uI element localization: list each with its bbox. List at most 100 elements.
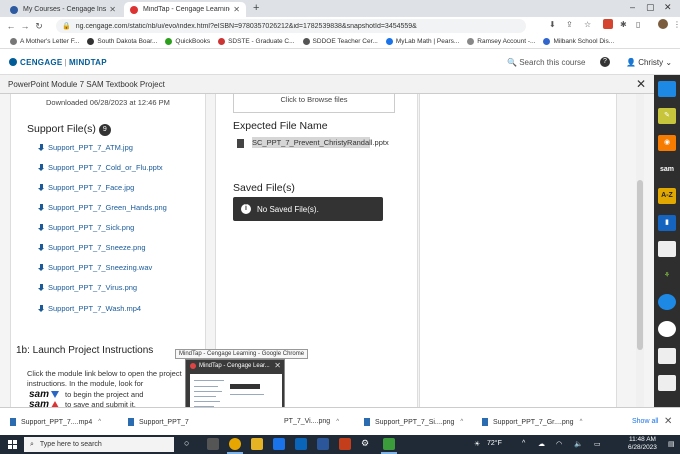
- taskbar-search[interactable]: ⌕ Type here to search: [24, 437, 174, 452]
- course-search[interactable]: 🔍 Search this course: [507, 58, 585, 67]
- support-file-link[interactable]: Support_PPT_7_Face.jpg: [38, 183, 134, 192]
- dock-sam-icon[interactable]: sam: [658, 162, 676, 178]
- support-file-link[interactable]: Support_PPT_7_Sick.png: [38, 223, 134, 232]
- download-icon[interactable]: ⬇: [549, 20, 556, 29]
- file-explorer-icon[interactable]: [251, 438, 263, 450]
- notification-icon[interactable]: ▤: [668, 440, 675, 448]
- dock-notes-icon[interactable]: [658, 241, 676, 257]
- url-bar[interactable]: 🔒 ng.cengage.com/static/nb/ui/evo/index.…: [56, 19, 526, 33]
- file-icon: [364, 418, 370, 426]
- bookmark-item[interactable]: Ramsey Account -...: [467, 38, 535, 45]
- taskbar-app-icon[interactable]: [383, 438, 395, 450]
- no-saved-files-notice: i No Saved File(s).: [233, 197, 383, 221]
- dock-app-icon[interactable]: [658, 321, 676, 337]
- reload-icon[interactable]: ↻: [32, 21, 46, 32]
- tab-close-icon[interactable]: ✕: [109, 5, 116, 14]
- settings-gear-icon[interactable]: ⚙: [361, 438, 373, 450]
- taskbar-app-icon[interactable]: [207, 438, 219, 450]
- profile-avatar[interactable]: [658, 19, 668, 29]
- weather-icon[interactable]: ☀: [474, 440, 480, 448]
- help-button[interactable]: ?: [600, 57, 610, 67]
- system-clock[interactable]: 11:48 AM 6/28/2023: [628, 436, 657, 452]
- close-shelf-icon[interactable]: ✕: [664, 416, 672, 427]
- task-view-icon[interactable]: ○: [184, 438, 196, 450]
- battery-icon[interactable]: ▭: [594, 440, 601, 448]
- cengage-logo[interactable]: CENGAGE | MINDTAP: [9, 58, 107, 67]
- bookmark-item[interactable]: Milbank School Dis...: [543, 38, 614, 45]
- extensions-puzzle-icon[interactable]: ✱: [620, 20, 627, 29]
- tab-label: MindTap - Cengage Learning: [143, 6, 231, 13]
- scrollbar-thumb[interactable]: [637, 180, 643, 350]
- close-activity-button[interactable]: ✕: [636, 77, 646, 91]
- bookmark-item[interactable]: SDSTE - Graduate C...: [218, 38, 295, 45]
- chevron-up-icon[interactable]: ^: [98, 419, 101, 425]
- outlook-icon[interactable]: [295, 438, 307, 450]
- dock-chat-icon[interactable]: [658, 348, 676, 364]
- cloud-icon[interactable]: ☁: [538, 440, 545, 448]
- window-close-icon[interactable]: ✕: [664, 2, 672, 13]
- downloaded-timestamp: Downloaded 06/28/2023 at 12:46 PM: [46, 98, 170, 107]
- weather-temp[interactable]: 72°F: [487, 440, 502, 447]
- show-all-button[interactable]: Show all: [632, 418, 658, 425]
- dock-app-icon[interactable]: [658, 81, 676, 97]
- window-tooltip: MindTap - Cengage Learning - Google Chro…: [175, 349, 309, 359]
- forward-icon[interactable]: →: [18, 21, 32, 31]
- launch-instructions-heading: 1b: Launch Project Instructions: [16, 345, 154, 356]
- extension-icon[interactable]: [603, 19, 613, 29]
- word-icon[interactable]: [317, 438, 329, 450]
- chrome-taskbar-icon[interactable]: [229, 438, 241, 450]
- wifi-icon[interactable]: ◠: [556, 440, 562, 448]
- dock-tool-icon[interactable]: ⚘: [658, 268, 676, 284]
- support-file-link[interactable]: Support_PPT_7_Cold_or_Flu.pptx: [38, 163, 163, 172]
- minimize-icon[interactable]: –: [630, 2, 635, 12]
- dock-circle-icon[interactable]: [658, 294, 676, 310]
- download-item[interactable]: Support_PPT_7_Gr....png ^: [482, 418, 582, 426]
- download-item[interactable]: PT_7_Vi....png ^: [284, 418, 339, 425]
- bookmark-favicon-icon: [467, 38, 475, 45]
- download-item[interactable]: Support_PPT_7_Si....png ^: [364, 418, 463, 426]
- bookmark-item[interactable]: SDDOE Teacher Cer...: [302, 38, 378, 45]
- support-file-link[interactable]: Support_PPT_7_ATM.jpg: [38, 143, 133, 152]
- bookmark-item[interactable]: MyLab Math | Pears...: [385, 38, 459, 45]
- user-menu[interactable]: 👤 Christy ⌄: [626, 58, 672, 67]
- support-file-link[interactable]: Support_PPT_7_Sneezing.wav: [38, 263, 152, 272]
- side-panel-icon[interactable]: ▯: [636, 20, 640, 29]
- tab-my-courses[interactable]: My Courses - Cengage Instructio ✕: [4, 2, 122, 17]
- dock-rss-icon[interactable]: ◉: [658, 135, 676, 151]
- maximize-icon[interactable]: ▢: [646, 2, 655, 13]
- windows-start-icon[interactable]: [8, 440, 17, 449]
- bookmark-favicon-icon: [218, 38, 226, 45]
- powerpoint-icon[interactable]: [339, 438, 351, 450]
- new-tab-button[interactable]: +: [253, 2, 259, 14]
- support-file-link[interactable]: Support_PPT_7_Wash.mp4: [38, 304, 141, 313]
- support-file-link[interactable]: Support_PPT_7_Sneeze.png: [38, 243, 146, 252]
- bookmark-star-icon[interactable]: ☆: [584, 20, 591, 29]
- tab-close-icon[interactable]: ✕: [233, 5, 240, 14]
- share-icon[interactable]: ⇪: [566, 20, 573, 29]
- tab-mindtap[interactable]: MindTap - Cengage Learning ✕: [124, 2, 246, 17]
- chevron-up-icon[interactable]: ^: [460, 419, 463, 425]
- support-file-link[interactable]: Support_PPT_7_Virus.png: [38, 283, 137, 292]
- bookmark-item[interactable]: QuickBooks: [165, 38, 210, 45]
- preview-line: [230, 394, 264, 395]
- download-item[interactable]: Support_PPT_7: [128, 418, 189, 426]
- dock-pencil-icon[interactable]: ✎: [658, 108, 676, 124]
- support-file-link[interactable]: Support_PPT_7_Green_Hands.png: [38, 203, 167, 212]
- back-icon[interactable]: ←: [4, 21, 18, 31]
- edge-icon[interactable]: [273, 438, 285, 450]
- tray-chevron-up-icon[interactable]: ^: [522, 440, 525, 447]
- dock-book-icon[interactable]: ▮: [658, 215, 676, 231]
- browse-files-dropzone[interactable]: Click to Browse files: [233, 94, 395, 113]
- bookmark-item[interactable]: A Mother's Letter F...: [10, 38, 79, 45]
- search-icon: ⌕: [30, 440, 34, 448]
- volume-icon[interactable]: 🔈: [574, 440, 583, 448]
- dock-glossary-icon[interactable]: A-Z: [658, 188, 676, 204]
- download-item[interactable]: Support_PPT_7....mp4 ^: [10, 418, 101, 426]
- bookmark-favicon-icon: [87, 38, 95, 45]
- bookmark-item[interactable]: South Dakota Boar...: [87, 38, 157, 45]
- chevron-up-icon[interactable]: ^: [580, 419, 583, 425]
- preview-close-icon[interactable]: ✕: [274, 361, 281, 370]
- menu-dots-icon[interactable]: ⋮: [673, 20, 680, 29]
- dock-doc-icon[interactable]: [658, 375, 676, 391]
- chevron-up-icon[interactable]: ^: [336, 419, 339, 425]
